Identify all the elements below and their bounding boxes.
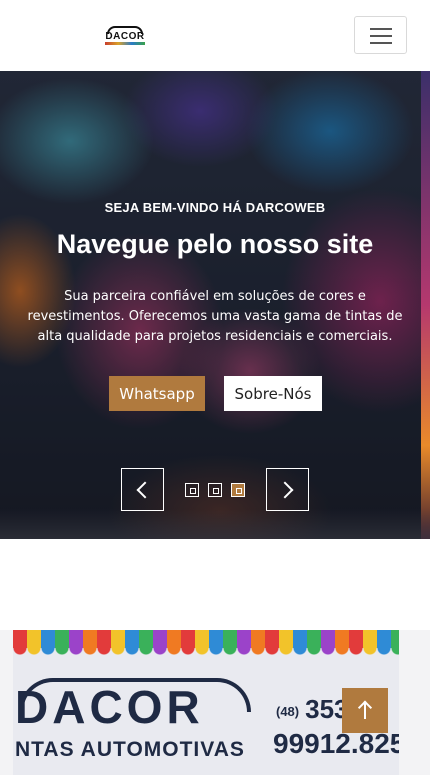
- hero-headline: Navegue pelo nosso site: [56, 229, 374, 259]
- hero-description: Sua parceira confiável em soluções de co…: [27, 289, 403, 344]
- carousel-next-button[interactable]: [266, 468, 309, 511]
- hamburger-menu-icon: [370, 28, 392, 30]
- arrow-up-icon: [364, 702, 366, 719]
- sign-brand: DACOR: [15, 681, 204, 733]
- carousel-indicator-1[interactable]: [185, 483, 199, 497]
- hero-bottom-fade: [0, 509, 430, 539]
- sign-phone-area: (48): [276, 703, 300, 719]
- next-slide-peek: [421, 71, 430, 539]
- logo[interactable]: DACOR: [103, 26, 147, 46]
- carousel-prev-button[interactable]: [121, 468, 164, 511]
- paint-drips-graphic: [13, 630, 399, 680]
- hero-carousel: SEJA BEM-VINDO HÁ DARCOWEB Navegue pelo …: [0, 71, 430, 539]
- logo-text: DACOR: [105, 31, 145, 42]
- navbar: DACOR: [0, 0, 430, 71]
- hamburger-menu-icon-bar: [370, 35, 392, 37]
- chevron-left-icon: [136, 481, 154, 498]
- hero-eyebrow: SEJA BEM-VINDO HÁ DARCOWEB: [104, 200, 326, 215]
- whatsapp-button[interactable]: Whatsapp: [109, 376, 205, 411]
- chevron-right-icon: [276, 481, 294, 498]
- carousel-indicator-2[interactable]: [208, 483, 222, 497]
- sign-phone-1: (48) 353: [276, 694, 349, 725]
- back-to-top-button[interactable]: [342, 688, 388, 733]
- logo-color-stripe: [105, 42, 145, 45]
- carousel-indicator-3[interactable]: [231, 483, 245, 497]
- sign-tagline: NTAS AUTOMOTIVAS: [15, 738, 245, 761]
- about-us-button[interactable]: Sobre-Nós: [224, 376, 322, 411]
- hamburger-menu-icon-bar: [370, 42, 392, 44]
- hamburger-menu-button[interactable]: [354, 16, 407, 54]
